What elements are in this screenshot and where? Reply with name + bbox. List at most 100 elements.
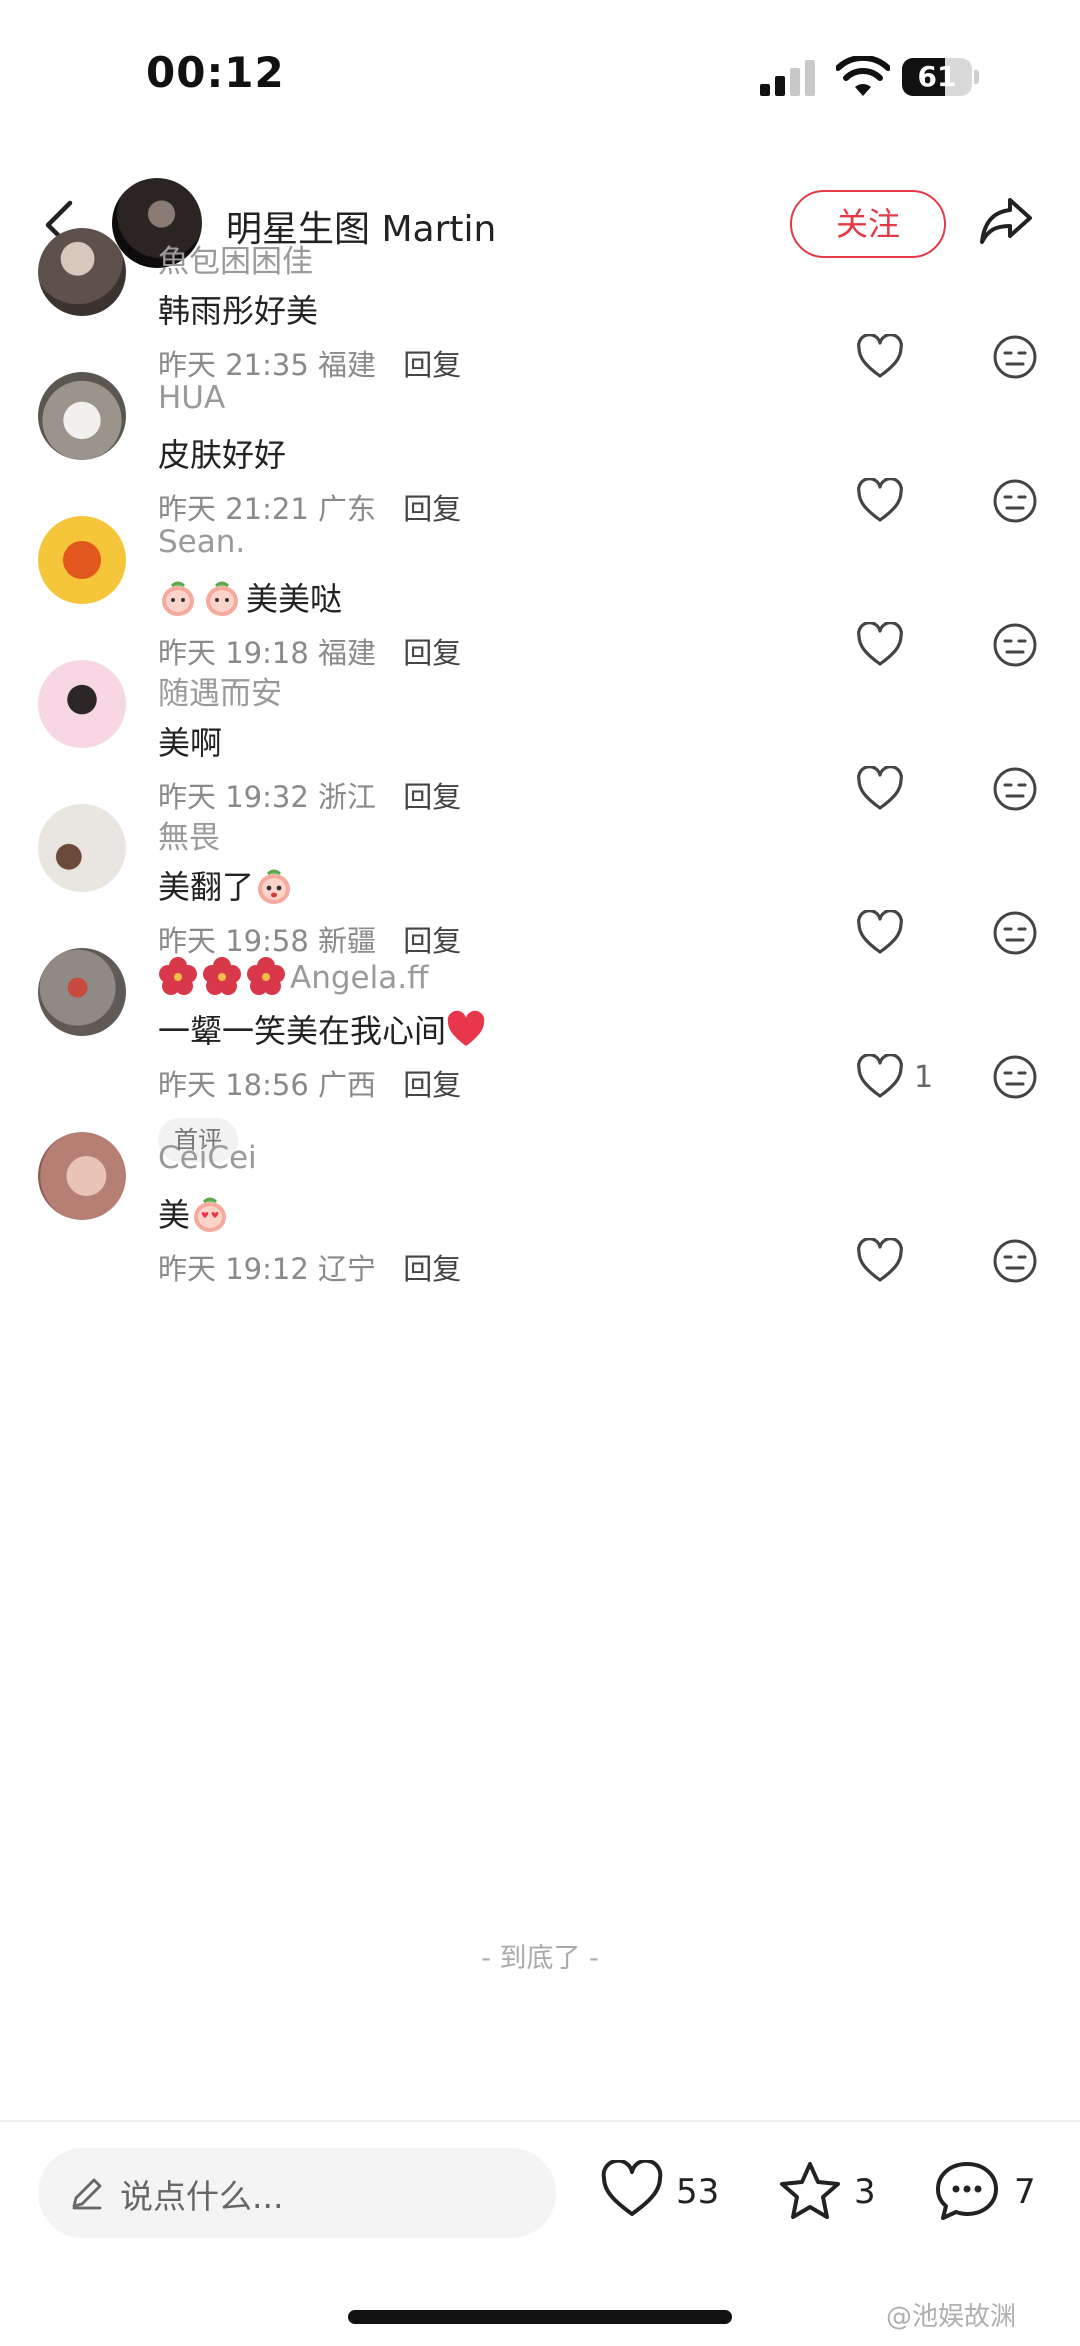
dislike-face-icon[interactable]: [992, 1054, 1038, 1100]
star-icon: [780, 2162, 840, 2219]
comment-meta: 昨天 18:56 广西 回复: [158, 1062, 461, 1104]
comment-input-placeholder: 说点什么...: [120, 2177, 284, 2216]
comment-text: 美美哒: [158, 574, 342, 620]
share-icon[interactable]: [976, 190, 1036, 250]
flower-emoji-icon: [247, 957, 285, 995]
comment-date: 昨天 21:21: [158, 492, 309, 526]
comment-date: 昨天 19:58: [158, 924, 309, 958]
collect-count: 3: [854, 2172, 876, 2212]
commenter-avatar[interactable]: [38, 804, 126, 892]
dislike-face-icon[interactable]: [992, 334, 1038, 380]
red-heart-emoji-icon: [447, 1010, 485, 1046]
comment-text: 皮肤好好: [158, 436, 287, 474]
battery-indicator: 61: [902, 58, 979, 96]
flower-emoji-icon: [203, 957, 241, 995]
home-indicator: [348, 2310, 732, 2324]
flower-emoji-icon: [159, 957, 197, 995]
commenter-name[interactable]: Sean.: [158, 524, 245, 560]
commenter-avatar[interactable]: [38, 1132, 126, 1220]
watermark: @池娱故渊: [886, 2302, 1017, 2332]
dislike-face-icon[interactable]: [992, 622, 1038, 668]
comment-date: 昨天 21:35: [158, 348, 309, 382]
comment-text: 一颦一笑美在我心间: [158, 1006, 490, 1052]
commenter-avatar[interactable]: [38, 228, 126, 316]
comment-date: 昨天 18:56: [158, 1068, 309, 1102]
comment-text: 美啊: [158, 724, 223, 762]
signal-icon: [760, 60, 815, 96]
comment-location: 辽宁: [318, 1252, 377, 1286]
comment-location: 广西: [318, 1068, 377, 1102]
comment-text: 美翻了: [158, 862, 298, 908]
reply-button[interactable]: 回复: [403, 492, 461, 526]
reply-button[interactable]: 回复: [403, 1252, 461, 1286]
commenter-avatar[interactable]: [38, 948, 126, 1036]
chat-bubble-icon: [936, 2162, 998, 2220]
commenter-name[interactable]: Angela.ff: [158, 956, 428, 996]
commenter-name[interactable]: 魚包困困佳: [158, 236, 313, 281]
heart-icon: [601, 2160, 663, 2216]
comment-meta: 昨天 21:21 广东 回复: [158, 486, 461, 528]
reply-button[interactable]: 回复: [403, 1068, 461, 1102]
collect-button[interactable]: 3: [778, 2156, 878, 2230]
commenter-name[interactable]: 無畏: [158, 812, 220, 857]
reply-button[interactable]: 回复: [403, 780, 461, 814]
comment-text-body: 美美哒: [246, 580, 343, 618]
commenter-avatar[interactable]: [38, 372, 126, 460]
commenter-name[interactable]: HUA: [158, 380, 225, 416]
bottom-divider: [0, 2120, 1080, 2122]
reply-button[interactable]: 回复: [403, 924, 461, 958]
battery-percent: 61: [917, 60, 957, 93]
dislike-face-icon[interactable]: [992, 910, 1038, 956]
comment-location: 福建: [318, 636, 377, 670]
heart-icon[interactable]: [856, 766, 904, 812]
like-count: 1: [914, 1060, 934, 1095]
like-button[interactable]: 53: [600, 2156, 720, 2230]
comment-date: 昨天 19:12: [158, 1252, 309, 1286]
comment-date: 昨天 19:18: [158, 636, 309, 670]
dislike-face-icon[interactable]: [992, 1238, 1038, 1284]
comment-text: 韩雨彤好美: [158, 292, 319, 330]
comment-text-body: 一颦一笑美在我心间: [158, 1012, 447, 1050]
peach-emoji-icon: [162, 581, 194, 616]
comment-text-body: 美: [158, 1196, 191, 1234]
comment-count-button[interactable]: 7: [934, 2156, 1044, 2230]
comment-meta: 昨天 19:32 浙江 回复: [158, 774, 461, 816]
reply-button[interactable]: 回复: [403, 348, 461, 382]
commenter-name[interactable]: 随遇而安: [158, 668, 282, 713]
like-count: 53: [676, 2172, 720, 2212]
dislike-face-icon[interactable]: [992, 478, 1038, 524]
comment-count: 7: [1014, 2172, 1036, 2212]
commenter-name-text: Angela.ff: [290, 960, 429, 996]
status-time: 00:12: [146, 48, 285, 97]
comment-meta: 昨天 19:18 福建 回复: [158, 630, 461, 672]
comment-text-body: 美翻了: [158, 868, 255, 906]
peach-emoji-icon: [206, 581, 238, 616]
reply-button[interactable]: 回复: [403, 636, 461, 670]
comment-location: 广东: [318, 492, 377, 526]
peach-heart-eyes-emoji-icon: [194, 1197, 227, 1232]
comment-meta: 昨天 19:12 辽宁 回复: [158, 1246, 461, 1288]
comment-text: 美: [158, 1190, 234, 1236]
comment-location: 新疆: [318, 924, 377, 958]
commenter-name[interactable]: CeiCei: [158, 1140, 257, 1176]
pencil-icon: [72, 2178, 102, 2210]
heart-icon[interactable]: [856, 622, 904, 668]
comment-input[interactable]: 说点什么...: [38, 2148, 556, 2238]
heart-icon[interactable]: [856, 334, 904, 380]
heart-icon[interactable]: [856, 1238, 904, 1284]
heart-icon[interactable]: [856, 1054, 904, 1100]
commenter-avatar[interactable]: [38, 660, 126, 748]
comment-meta: 昨天 19:58 新疆 回复: [158, 918, 461, 960]
peach-emoji-icon: [258, 869, 291, 904]
heart-icon[interactable]: [856, 478, 904, 524]
commenter-avatar[interactable]: [38, 516, 126, 604]
comment-meta: 昨天 21:35 福建 回复: [158, 342, 461, 384]
comment-location: 福建: [318, 348, 377, 382]
status-bar: 00:12 61: [0, 0, 1080, 150]
heart-icon[interactable]: [856, 910, 904, 956]
comment-date: 昨天 19:32: [158, 780, 309, 814]
follow-button[interactable]: 关注: [790, 190, 946, 258]
dislike-face-icon[interactable]: [992, 766, 1038, 812]
wifi-icon: [836, 56, 890, 96]
comment-location: 浙江: [318, 780, 377, 814]
